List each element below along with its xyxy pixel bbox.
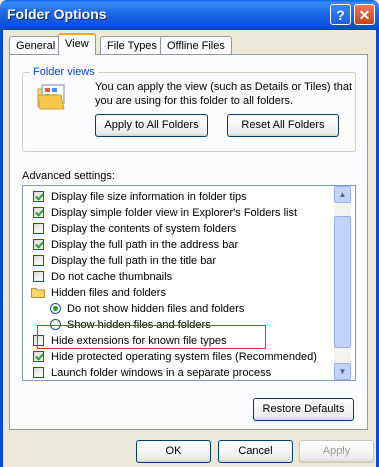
list-item-label: Display file size information in folder …: [51, 191, 247, 203]
checkbox[interactable]: [33, 223, 44, 234]
folder-views-description: You can apply the view (such as Details …: [95, 81, 353, 107]
list-item[interactable]: Display file size information in folder …: [33, 189, 247, 205]
window-title: Folder Options: [7, 6, 107, 22]
folder-icon: [31, 288, 45, 298]
list-item[interactable]: Do not show hidden files and folders: [50, 301, 245, 317]
list-item[interactable]: Display simple folder view in Explorer's…: [33, 205, 298, 221]
checkbox[interactable]: [33, 239, 44, 250]
list-item[interactable]: Display the full path in the title bar: [33, 253, 217, 269]
list-item[interactable]: Hide protected operating system files (R…: [33, 349, 317, 365]
scroll-up-icon[interactable]: ▲: [334, 186, 351, 203]
advanced-settings-list[interactable]: Display file size information in folder …: [22, 185, 356, 381]
list-item: Hidden files and folders: [31, 285, 166, 301]
list-item-label: Hidden files and folders: [51, 287, 166, 299]
help-button[interactable]: ?: [330, 4, 351, 25]
checkbox[interactable]: [33, 351, 44, 362]
vertical-scrollbar[interactable]: ▲ ▼: [334, 186, 351, 380]
tab-general[interactable]: General: [9, 36, 63, 54]
list-item-label: Display simple folder view in Explorer's…: [51, 207, 298, 219]
radio-button[interactable]: [50, 303, 61, 314]
checkbox[interactable]: [33, 191, 44, 202]
list-item[interactable]: Launch folder windows in a separate proc…: [33, 365, 272, 380]
list-item[interactable]: Do not cache thumbnails: [33, 269, 173, 285]
list-item-label: Do not show hidden files and folders: [67, 303, 245, 315]
restore-defaults-button[interactable]: Restore Defaults: [253, 398, 354, 421]
window-frame-left: [0, 30, 3, 467]
list-item-label: Display the contents of system folders: [51, 223, 237, 235]
checkbox[interactable]: [33, 271, 44, 282]
scroll-down-icon[interactable]: ▼: [334, 363, 351, 380]
advanced-settings-label: Advanced settings:: [22, 170, 115, 182]
apply-to-all-folders-button[interactable]: Apply to All Folders: [95, 114, 208, 137]
list-item-label: Display the full path in the address bar: [51, 239, 239, 251]
close-button[interactable]: ✕: [354, 4, 375, 25]
list-item[interactable]: Display the contents of system folders: [33, 221, 237, 237]
title-bar: Folder Options ? ✕: [0, 0, 379, 30]
reset-all-folders-button[interactable]: Reset All Folders: [227, 114, 339, 137]
highlight-box: [37, 325, 266, 349]
apply-button[interactable]: Apply: [299, 440, 374, 463]
ok-button[interactable]: OK: [136, 440, 211, 463]
scroll-thumb[interactable]: [334, 216, 351, 348]
list-item-label: Display the full path in the title bar: [51, 255, 217, 267]
tab-view[interactable]: View: [58, 33, 96, 55]
list-item-label: Hide protected operating system files (R…: [51, 351, 317, 363]
folder-views-icon: [37, 84, 65, 110]
folder-views-label: Folder views: [30, 66, 98, 78]
tab-file-types[interactable]: File Types: [100, 36, 164, 54]
list-item[interactable]: Display the full path in the address bar: [33, 237, 239, 253]
cancel-button[interactable]: Cancel: [218, 440, 293, 463]
checkbox[interactable]: [33, 255, 44, 266]
checkbox[interactable]: [33, 367, 44, 378]
checkbox[interactable]: [33, 207, 44, 218]
tab-offline-files[interactable]: Offline Files: [160, 36, 232, 54]
list-item-label: Launch folder windows in a separate proc…: [51, 367, 272, 379]
list-item-label: Do not cache thumbnails: [51, 271, 173, 283]
